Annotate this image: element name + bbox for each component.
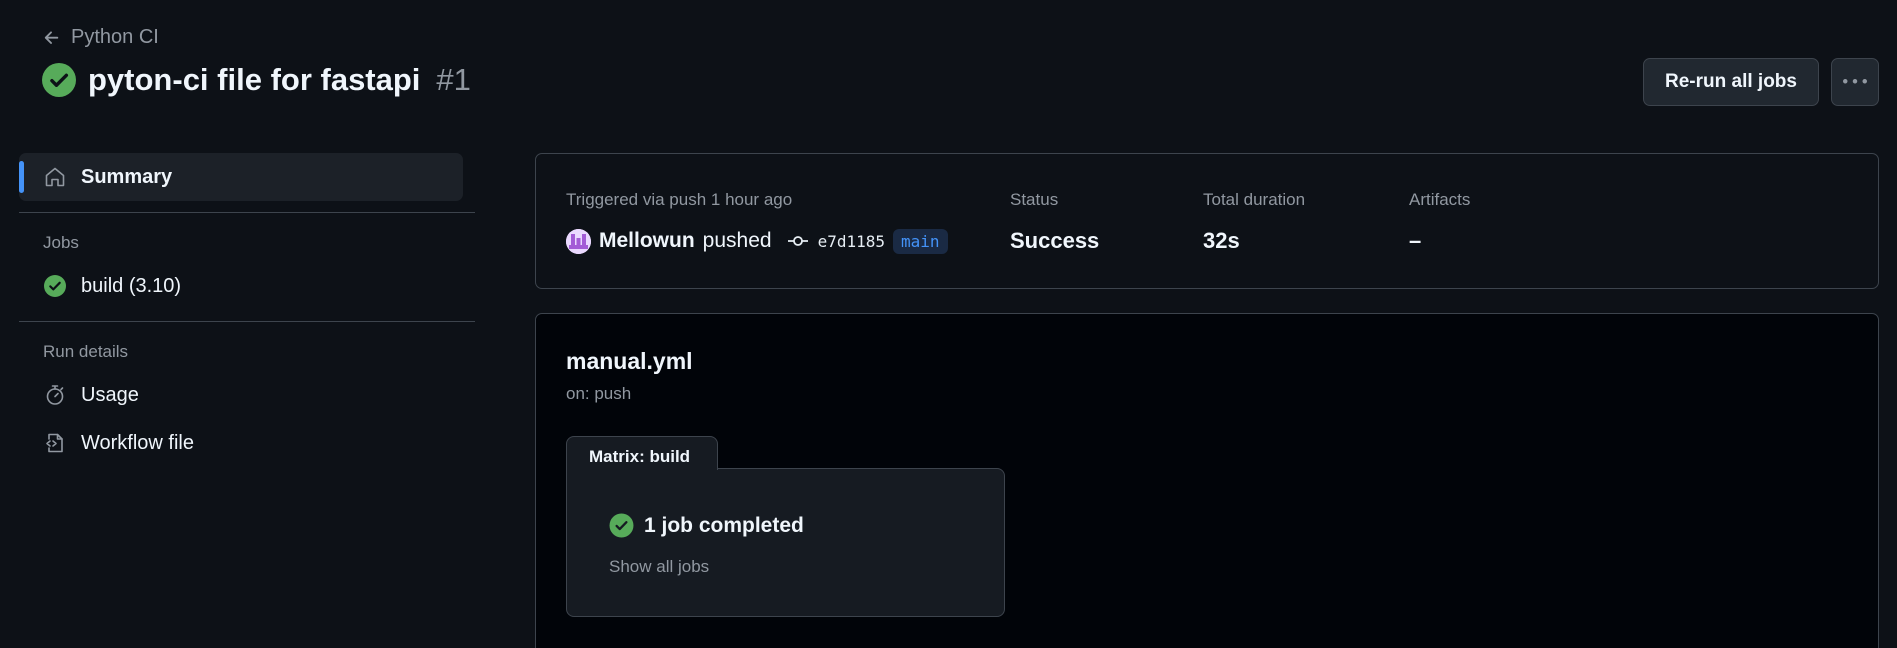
status-column: Status Success — [1010, 188, 1099, 256]
trigger-text: Triggered via push 1 hour ago — [566, 190, 793, 209]
action-text: pushed — [702, 229, 772, 252]
branch-badge[interactable]: main — [893, 228, 948, 254]
artifacts-value: – — [1409, 228, 1422, 253]
sidebar-divider — [19, 212, 475, 213]
status-label: Status — [1010, 190, 1059, 209]
git-commit-icon — [787, 236, 808, 246]
run-details-section-heading: Run details — [43, 342, 129, 361]
duration-label: Total duration — [1203, 190, 1306, 209]
check-circle-icon — [42, 63, 76, 97]
actor-link[interactable]: Mellowun — [599, 229, 695, 253]
jobs-completed-label: 1 job completed — [644, 513, 804, 537]
sidebar-item-summary[interactable]: Summary — [19, 153, 463, 201]
arrow-left-icon — [44, 30, 59, 44]
sidebar-item-usage[interactable]: Usage — [19, 371, 475, 419]
matrix-job-group[interactable]: 1 job completed Show all jobs — [566, 468, 1005, 617]
show-all-jobs-link[interactable]: Show all jobs — [609, 557, 709, 577]
check-circle-icon — [44, 275, 66, 297]
page-title: pyton-ci file for fastapi — [88, 62, 421, 97]
stopwatch-icon — [46, 385, 64, 405]
workflow-graph-card: manual.yml on: push Matrix: build 1 job … — [535, 313, 1879, 648]
workflow-file-name: manual.yml — [566, 348, 693, 374]
page-title-row: pyton-ci file for fastapi #1 — [42, 62, 471, 98]
workflow-run-page: Python CI pyton-ci file for fastapi #1 R… — [0, 0, 1897, 648]
workflow-trigger: on: push — [566, 384, 632, 403]
matrix-tab-joint — [567, 467, 717, 470]
check-circle-icon — [609, 513, 634, 538]
sidebar-item-label: build (3.10) — [81, 274, 182, 297]
sidebar-item-job-build[interactable]: build (3.10) — [19, 262, 475, 310]
jobs-section-heading: Jobs — [43, 233, 79, 252]
rerun-all-jobs-button[interactable]: Re-run all jobs — [1643, 58, 1819, 106]
back-link[interactable]: Python CI — [42, 26, 159, 49]
file-code-icon — [46, 433, 63, 453]
sidebar-item-label: Usage — [81, 383, 139, 406]
sidebar-item-label: Workflow file — [81, 431, 194, 454]
sidebar-divider — [19, 321, 475, 322]
run-number: #1 — [436, 62, 471, 97]
jobs-completed-status: 1 job completed — [609, 513, 804, 538]
avatar-icon — [566, 228, 591, 254]
sidebar-item-label: Summary — [81, 165, 173, 188]
avatar[interactable] — [566, 228, 591, 254]
more-options-button[interactable] — [1831, 58, 1879, 106]
duration-column: Total duration 32s — [1203, 188, 1305, 256]
commit-sha-link[interactable]: e7d1185 — [818, 232, 885, 251]
run-summary-card: Triggered via push 1 hour ago Mellowun p… — [535, 153, 1879, 289]
artifacts-column: Artifacts – — [1409, 188, 1470, 256]
home-icon — [45, 167, 65, 187]
back-link-label: Python CI — [71, 26, 159, 48]
sidebar: Summary Jobs build (3.10) Run details Us… — [19, 153, 475, 467]
matrix-tab: Matrix: build — [566, 436, 718, 470]
trigger-info: Triggered via push 1 hour ago Mellowun p… — [566, 188, 948, 258]
trigger-details: Mellowun pushed e7d1185 main — [566, 224, 948, 258]
duration-value: 32s — [1203, 228, 1240, 253]
kebab-horizontal-icon — [1843, 79, 1867, 84]
artifacts-label: Artifacts — [1409, 190, 1471, 209]
sidebar-item-workflow-file[interactable]: Workflow file — [19, 419, 475, 467]
status-value: Success — [1010, 228, 1100, 253]
